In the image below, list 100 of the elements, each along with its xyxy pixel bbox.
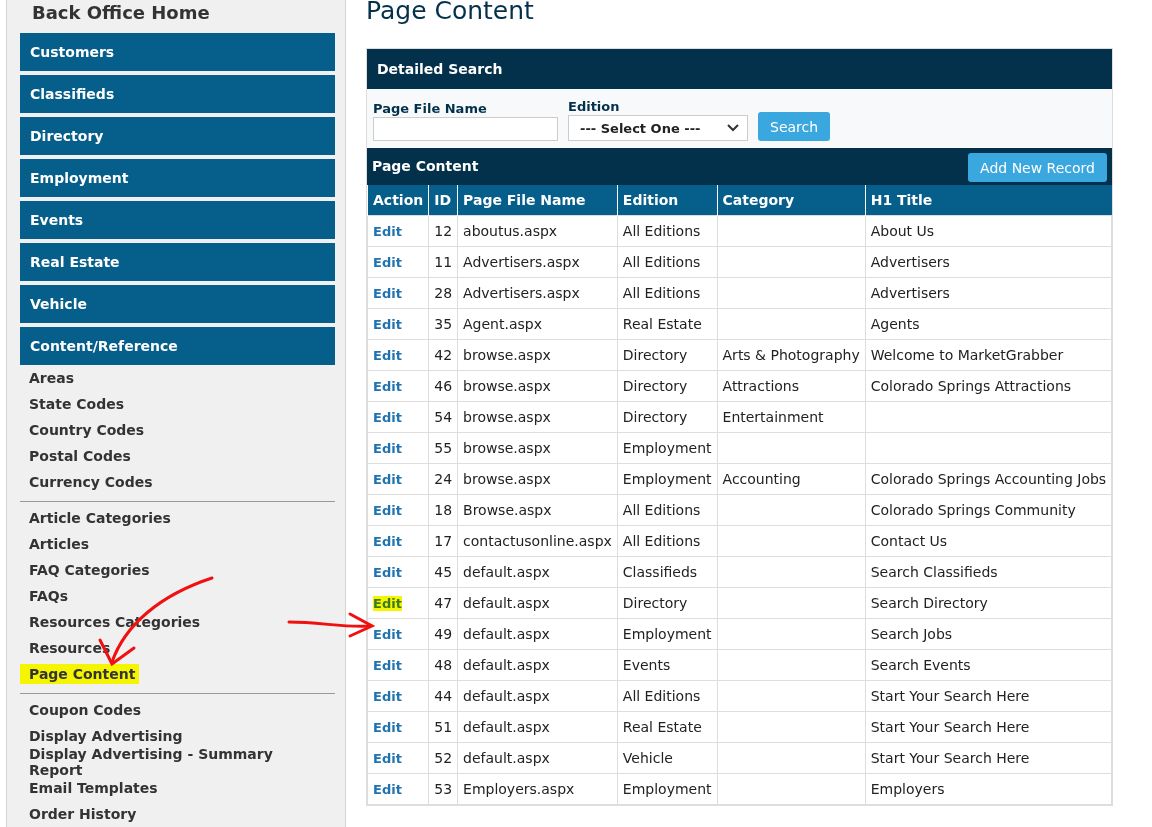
table-cell: 52 <box>428 742 458 774</box>
table-cell: Entertainment <box>717 401 866 433</box>
table-cell: 35 <box>428 308 458 340</box>
column-header: Action <box>367 185 429 216</box>
table-cell: Start Your Search Here <box>865 742 1112 774</box>
sidebar-title: Back Office Home <box>31 1 211 25</box>
nav-menu-item[interactable]: Vehicle <box>20 285 335 323</box>
sidebar-link[interactable]: Display Advertising <box>20 726 187 746</box>
table-cell: browse.aspx <box>457 432 618 464</box>
sidebar-link[interactable]: Postal Codes <box>20 446 135 466</box>
table-cell: 42 <box>428 339 458 371</box>
table-cell: 24 <box>428 463 458 495</box>
sidebar-link[interactable]: Article Categories <box>20 508 175 528</box>
nav-menu-item[interactable]: Employment <box>20 159 335 197</box>
nav-menu-item[interactable]: Real Estate <box>20 243 335 281</box>
sidebar-link[interactable]: State Codes <box>20 394 129 414</box>
column-header: H1 Title <box>865 185 1112 216</box>
field-label: Edition <box>568 99 621 114</box>
field-label: Page File Name <box>373 101 488 116</box>
table-cell: About Us <box>865 215 1112 247</box>
table-cell: Vehicle <box>617 742 718 774</box>
table-cell: Advertisers <box>865 246 1112 278</box>
sidebar-link[interactable]: Order History <box>20 804 141 824</box>
table-cell: Colorado Springs Accounting Jobs <box>865 463 1112 495</box>
column-header: Edition <box>617 185 718 216</box>
table-cell: 54 <box>428 401 458 433</box>
sidebar-link[interactable]: Currency Codes <box>20 472 157 492</box>
table-cell: 44 <box>428 680 458 712</box>
table-cell: browse.aspx <box>457 401 618 433</box>
column-header: Page File Name <box>457 185 618 216</box>
table-cell: 17 <box>428 525 458 557</box>
nav-menu-item[interactable]: Events <box>20 201 335 239</box>
table-cell: Colorado Springs Community <box>865 494 1112 526</box>
edit-link[interactable]: Edit <box>373 596 402 611</box>
table-cell: Advertisers <box>865 277 1112 309</box>
nav-menu-item[interactable]: Directory <box>20 117 335 155</box>
table-cell: 45 <box>428 556 458 588</box>
table-cell: All Editions <box>617 494 718 526</box>
table-cell: 12 <box>428 215 458 247</box>
table-cell: All Editions <box>617 680 718 712</box>
sidebar-link[interactable]: Email Templates <box>20 778 162 798</box>
table-cell: default.aspx <box>457 680 618 712</box>
sidebar-link[interactable]: Coupon Codes <box>20 700 146 720</box>
sidebar-link[interactable]: Country Codes <box>20 420 149 440</box>
table-cell: 49 <box>428 618 458 650</box>
table-cell: All Editions <box>617 277 718 309</box>
table-cell: browse.aspx <box>457 370 618 402</box>
sidebar-link[interactable]: Display Advertising - Summary Report <box>20 744 335 780</box>
table-cell: Directory <box>617 401 718 433</box>
table-cell: Agent.aspx <box>457 308 618 340</box>
table-cell: Directory <box>617 339 718 371</box>
table-cell: Advertisers.aspx <box>457 277 618 309</box>
table-cell: 51 <box>428 711 458 743</box>
sidebar-link[interactable]: Page Content <box>20 664 140 684</box>
table-cell: Attractions <box>717 370 866 402</box>
table-cell: Directory <box>617 587 718 619</box>
table-title: Page Content <box>372 157 479 176</box>
table-cell: 28 <box>428 277 458 309</box>
table-cell: contactusonline.aspx <box>457 525 618 557</box>
table-cell: 18 <box>428 494 458 526</box>
table-cell: Events <box>617 649 718 681</box>
column-header: Category <box>717 185 866 216</box>
table-cell: Contact Us <box>865 525 1112 557</box>
table-cell: Advertisers.aspx <box>457 246 618 278</box>
sidebar-link[interactable]: Areas <box>20 368 78 388</box>
table-cell: Search Classifieds <box>865 556 1112 588</box>
table-cell: All Editions <box>617 215 718 247</box>
table-cell: Employment <box>617 463 718 495</box>
table-cell: 46 <box>428 370 458 402</box>
sidebar-link[interactable]: FAQs <box>20 586 73 606</box>
table-cell: 11 <box>428 246 458 278</box>
nav-menu-item[interactable]: Customers <box>20 33 335 71</box>
table-cell: Welcome to MarketGrabber <box>865 339 1112 371</box>
table-cell: 47 <box>428 587 458 619</box>
table-cell: Employment <box>617 773 718 805</box>
table-cell: Real Estate <box>617 711 718 743</box>
table-cell: Search Jobs <box>865 618 1112 650</box>
table-cell: Classifieds <box>617 556 718 588</box>
table-cell: Real Estate <box>617 308 718 340</box>
page-file-name-input[interactable] <box>373 117 558 141</box>
table-cell: default.aspx <box>457 711 618 743</box>
table-cell: default.aspx <box>457 649 618 681</box>
table-cell: All Editions <box>617 246 718 278</box>
table-cell: Employment <box>617 432 718 464</box>
nav-menu-item[interactable]: Content/Reference <box>20 327 335 365</box>
table-cell: aboutus.aspx <box>457 215 618 247</box>
table-cell: 48 <box>428 649 458 681</box>
table-cell: Search Directory <box>865 587 1112 619</box>
nav-menu-item[interactable]: Classifieds <box>20 75 335 113</box>
edition-dropdown[interactable]: --- Select One --- <box>568 115 748 141</box>
table-cell: default.aspx <box>457 556 618 588</box>
table-cell: Start Your Search Here <box>865 711 1112 743</box>
sidebar-link[interactable]: FAQ Categories <box>20 560 154 580</box>
table-cell: Employers.aspx <box>457 773 618 805</box>
table-cell: Colorado Springs Attractions <box>865 370 1112 402</box>
sidebar-link[interactable]: Articles <box>20 534 94 554</box>
page-title: Page Content <box>366 0 535 27</box>
table-cell: default.aspx <box>457 618 618 650</box>
table-cell: Directory <box>617 370 718 402</box>
search-header: Detailed Search <box>367 49 1112 89</box>
